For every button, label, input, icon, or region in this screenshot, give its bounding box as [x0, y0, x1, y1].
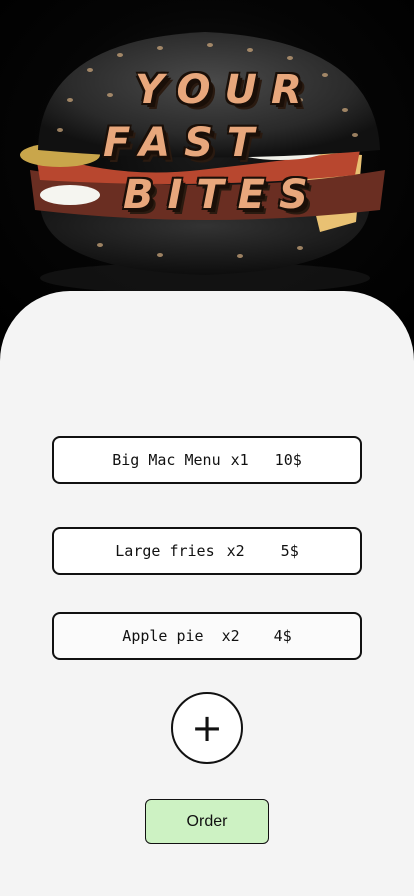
order-item-large-fries[interactable]: Large fries x2 5$ — [52, 527, 362, 575]
item-name: Apple pie — [122, 627, 204, 645]
hero-banner: YOUR FAST BITES — [0, 0, 414, 330]
item-price: 10$ — [274, 451, 302, 469]
item-qty: x1 — [230, 451, 249, 469]
order-item-apple-pie[interactable]: Apple pie x2 4$ — [52, 612, 362, 660]
hero-title-line-2: FAST — [103, 120, 269, 166]
order-button[interactable]: Order — [145, 799, 269, 844]
add-item-button[interactable]: + — [171, 692, 243, 764]
item-name: Big Mac Menu — [112, 451, 221, 469]
item-qty: x2 — [226, 542, 245, 560]
hero-title-line-3: BITES — [123, 172, 322, 218]
item-price: 4$ — [273, 627, 292, 645]
hero-title-line-1: YOUR — [135, 67, 316, 113]
item-price: 5$ — [280, 542, 299, 560]
plus-icon: + — [191, 706, 223, 750]
order-item-big-mac[interactable]: Big Mac Menu x1 10$ — [52, 436, 362, 484]
item-name: Large fries — [115, 542, 215, 560]
item-qty: x2 — [221, 627, 240, 645]
